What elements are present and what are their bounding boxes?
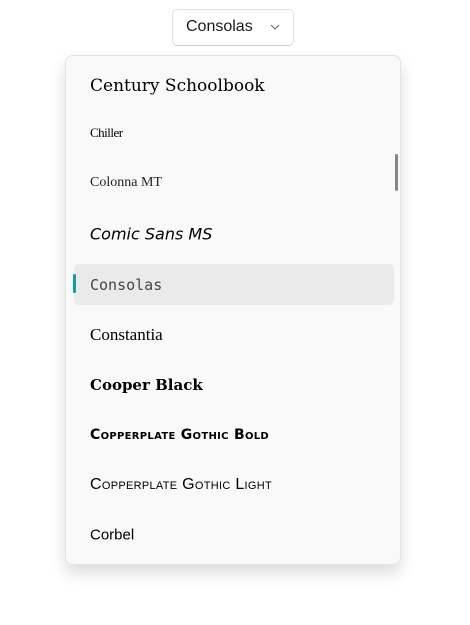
item-label: Colonna MT: [90, 174, 162, 190]
font-dropdown-list: Century Schoolbook Chiller Colonna MT Co…: [65, 55, 401, 565]
list-item-copperplate-gothic-light[interactable]: Copperplate Gothic Light: [74, 464, 394, 505]
list-item-corbel[interactable]: Corbel: [74, 514, 394, 555]
item-label: Cooper Black: [90, 375, 203, 394]
list-item-century-schoolbook[interactable]: Century Schoolbook: [74, 65, 394, 106]
font-combobox[interactable]: Consolas: [172, 9, 294, 46]
chevron-down-icon: [270, 24, 280, 30]
list-item-cooper-black[interactable]: Cooper Black: [74, 364, 394, 405]
list-item-chiller[interactable]: Chiller: [74, 112, 394, 153]
scrollbar-thumb[interactable]: [395, 154, 398, 191]
list-item-comic-sans-ms[interactable]: Comic Sans MS: [74, 213, 394, 254]
combobox-value: Consolas: [186, 18, 253, 35]
item-label: Comic Sans MS: [90, 224, 213, 243]
list-item-colonna-mt[interactable]: Colonna MT: [74, 162, 394, 203]
item-label: Corbel: [90, 526, 135, 543]
item-label: Chiller: [90, 124, 123, 140]
selection-indicator: [73, 274, 76, 293]
item-label: Consolas: [90, 275, 163, 294]
item-label: Constantia: [90, 324, 163, 344]
item-label: Century Schoolbook: [90, 75, 265, 96]
list-item-consolas[interactable]: Consolas: [73, 264, 394, 305]
list-item-copperplate-gothic-bold[interactable]: Copperplate Gothic Bold: [74, 414, 394, 455]
item-label: Copperplate Gothic Bold: [90, 426, 270, 443]
item-label: Copperplate Gothic Light: [90, 475, 273, 493]
list-item-constantia[interactable]: Constantia: [74, 314, 394, 355]
